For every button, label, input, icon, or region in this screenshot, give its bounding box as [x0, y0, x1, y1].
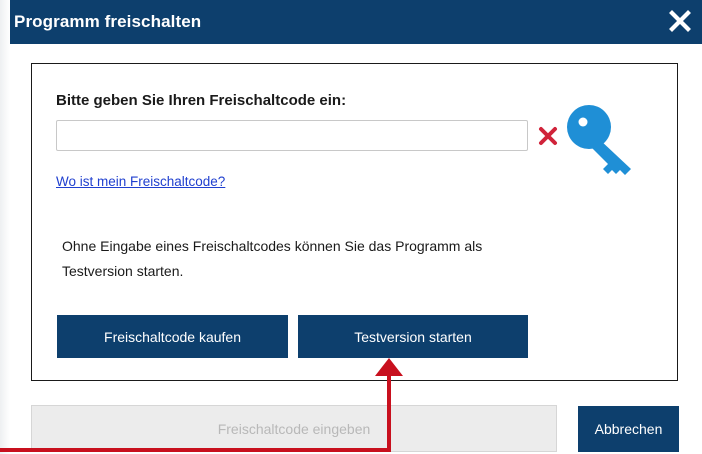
start-trial-button[interactable]: Testversion starten	[298, 315, 528, 358]
trial-info-line-1: Ohne Eingabe eines Freischaltcodes könne…	[62, 238, 483, 254]
buy-code-button[interactable]: Freischaltcode kaufen	[57, 315, 288, 358]
x-mark-icon	[539, 127, 557, 145]
key-icon	[567, 105, 631, 175]
enter-code-button[interactable]: Freischaltcode eingeben	[31, 405, 557, 452]
where-is-code-link[interactable]: Wo ist mein Freischaltcode?	[56, 174, 225, 189]
unlock-dialog: Programm freischalten Bitte geben Sie Ih…	[0, 0, 702, 454]
unlock-code-input[interactable]	[56, 120, 528, 151]
trial-info-text: Ohne Eingabe eines Freischaltcodes könne…	[62, 234, 532, 284]
trial-info-line-2: Testversion starten.	[62, 263, 184, 279]
title-bar: Programm freischalten	[10, 0, 702, 44]
dialog-shadow	[0, 0, 10, 454]
code-prompt-label: Bitte geben Sie Ihren Freischaltcode ein…	[56, 92, 347, 109]
close-icon[interactable]	[666, 6, 694, 36]
cancel-button[interactable]: Abbrechen	[578, 406, 679, 452]
dialog-title: Programm freischalten	[14, 12, 202, 31]
